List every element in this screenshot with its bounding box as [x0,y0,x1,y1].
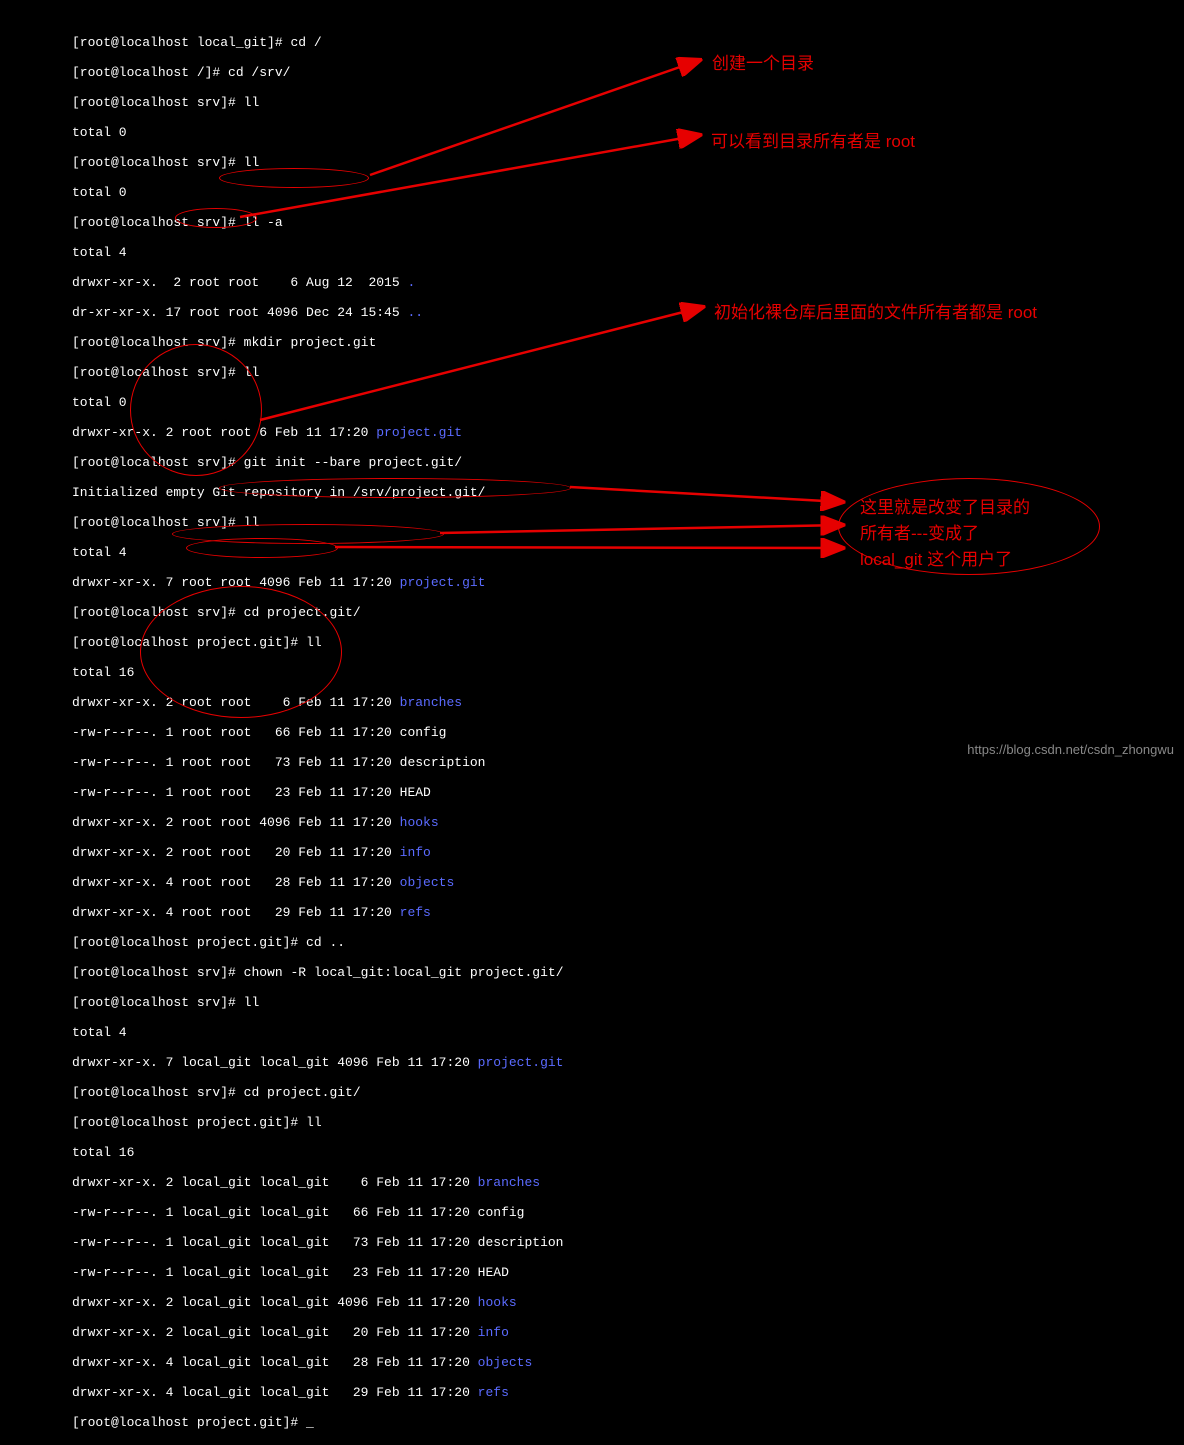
terminal-output: [root@localhost local_git]# cd / [root@l… [0,0,1184,1445]
annotation-4-line3: local_git 这个用户了 [860,545,1012,570]
annotation-4-line2: 所有者---变成了 [860,519,979,544]
annotation-2: 可以看到目录所有者是 root [711,127,915,152]
annotation-4-line1: 这里就是改变了目录的 [860,493,1030,518]
annotation-3: 初始化裸仓库后里面的文件所有者都是 root [714,298,1037,323]
annotation-1: 创建一个目录 [712,49,814,74]
watermark: https://blog.csdn.net/csdn_zhongwu [967,742,1174,757]
